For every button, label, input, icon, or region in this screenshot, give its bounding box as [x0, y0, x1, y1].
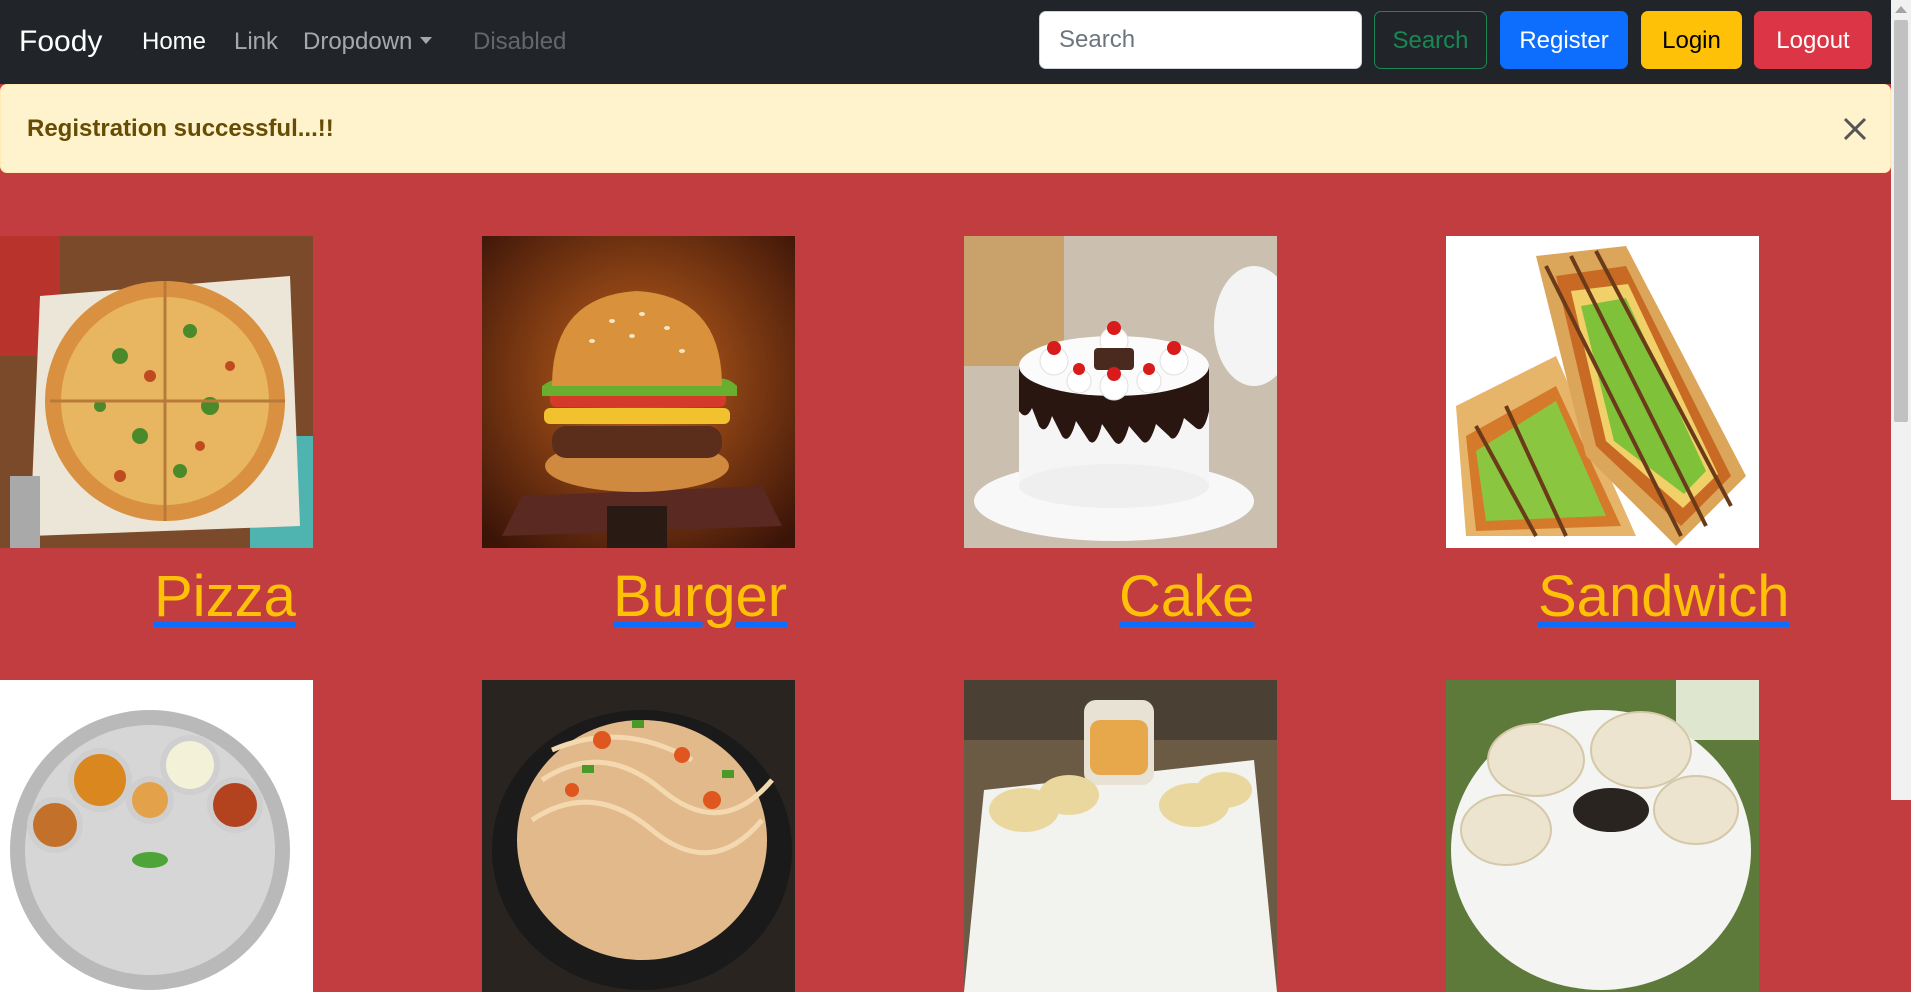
momos-image	[1446, 680, 1759, 992]
burger-image	[482, 236, 795, 548]
login-button[interactable]: Login	[1641, 11, 1742, 69]
register-button[interactable]: Register	[1500, 11, 1628, 69]
success-alert: Registration successful...!!	[0, 84, 1891, 173]
search-button[interactable]: Search	[1374, 11, 1487, 69]
nav-dropdown-label: Dropdown	[303, 28, 413, 55]
close-icon[interactable]	[1837, 111, 1873, 147]
noodles-image	[482, 680, 795, 992]
chips-dip-image	[964, 680, 1277, 992]
thali-image	[0, 680, 313, 992]
pizza-image	[0, 236, 313, 548]
nav-dropdown-toggle[interactable]: Dropdown	[303, 22, 433, 62]
food-link-pizza[interactable]: Pizza	[154, 562, 296, 632]
navbar-brand[interactable]: Foody	[19, 22, 102, 62]
vertical-scrollbar[interactable]	[1891, 0, 1911, 800]
logout-button[interactable]: Logout	[1754, 11, 1872, 69]
alert-message: Registration successful...!!	[27, 115, 334, 142]
nav-link-link[interactable]: Link	[234, 22, 278, 62]
cake-image	[964, 236, 1277, 548]
nav-link-disabled: Disabled	[473, 28, 567, 55]
navbar: Foody Home Link Dropdown Disabled Search…	[0, 0, 1891, 84]
search-input[interactable]	[1039, 11, 1362, 69]
food-link-burger[interactable]: Burger	[613, 562, 787, 632]
nav-link-home[interactable]: Home	[142, 22, 206, 62]
caret-down-icon	[420, 37, 433, 45]
food-link-sandwich[interactable]: Sandwich	[1538, 562, 1789, 632]
food-link-cake[interactable]: Cake	[1119, 562, 1254, 632]
scrollbar-thumb[interactable]	[1894, 20, 1908, 422]
scroll-up-arrow-icon[interactable]	[1895, 6, 1907, 13]
sandwich-image	[1446, 236, 1759, 548]
